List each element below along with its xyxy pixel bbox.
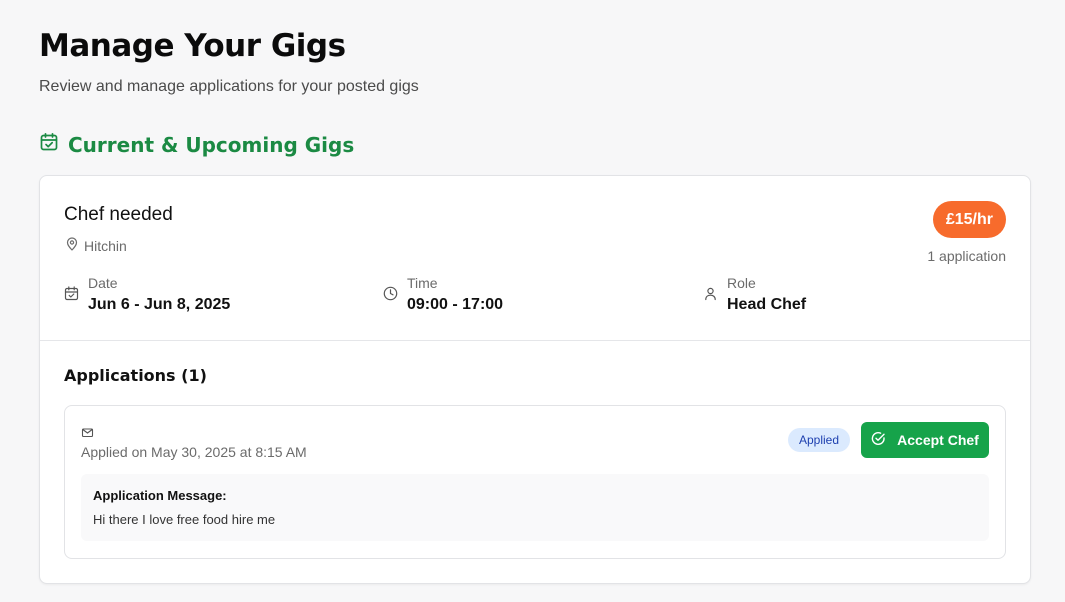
accept-chef-button[interactable]: Accept Chef	[861, 422, 989, 458]
map-pin-icon	[65, 237, 79, 254]
page: Manage Your Gigs Review and manage appli…	[0, 0, 1065, 602]
gig-location: Hitchin	[65, 237, 127, 254]
gig-location-text: Hitchin	[84, 237, 127, 254]
status-badge: Applied	[788, 428, 851, 452]
mail-icon	[81, 426, 94, 439]
section-header: Current & Upcoming Gigs	[39, 132, 354, 157]
date-label: Date	[88, 275, 118, 291]
applied-on-text: Applied on May 30, 2025 at 8:15 AM	[81, 444, 307, 460]
date-value: Jun 6 - Jun 8, 2025	[88, 296, 231, 313]
gig-role-detail: Role Head Chef	[703, 274, 806, 314]
rate-badge: £15/hr	[932, 201, 1006, 238]
application-message-box: Application Message: Hi there I love fre…	[81, 474, 989, 541]
time-label: Time	[407, 275, 438, 291]
clock-icon	[383, 274, 398, 306]
message-text: Hi there I love free food hire me	[93, 512, 276, 527]
message-label: Application Message:	[93, 488, 227, 503]
accept-chef-label: Accept Chef	[897, 432, 979, 448]
calendar-check-icon	[39, 132, 59, 157]
card-divider	[40, 340, 1030, 341]
role-label: Role	[727, 275, 756, 291]
application-count: 1 application	[927, 248, 1006, 264]
applications-heading: Applications (1)	[64, 366, 207, 385]
gig-time-detail: Time 09:00 - 17:00	[383, 274, 503, 314]
section-title: Current & Upcoming Gigs	[68, 132, 355, 157]
page-title: Manage Your Gigs	[39, 28, 346, 64]
gig-date-detail: Date Jun 6 - Jun 8, 2025	[64, 274, 230, 314]
check-circle-icon	[871, 431, 886, 449]
time-value: 09:00 - 17:00	[407, 296, 504, 313]
gig-card: Chef needed Hitchin £15/hr 1 application	[39, 175, 1031, 584]
role-value: Head Chef	[727, 296, 807, 313]
calendar-icon	[64, 274, 79, 306]
application-card: Applied on May 30, 2025 at 8:15 AM Appli…	[64, 405, 1006, 559]
user-icon	[703, 274, 718, 306]
gig-title: Chef needed	[64, 204, 173, 225]
page-subtitle: Review and manage applications for your …	[39, 78, 419, 95]
